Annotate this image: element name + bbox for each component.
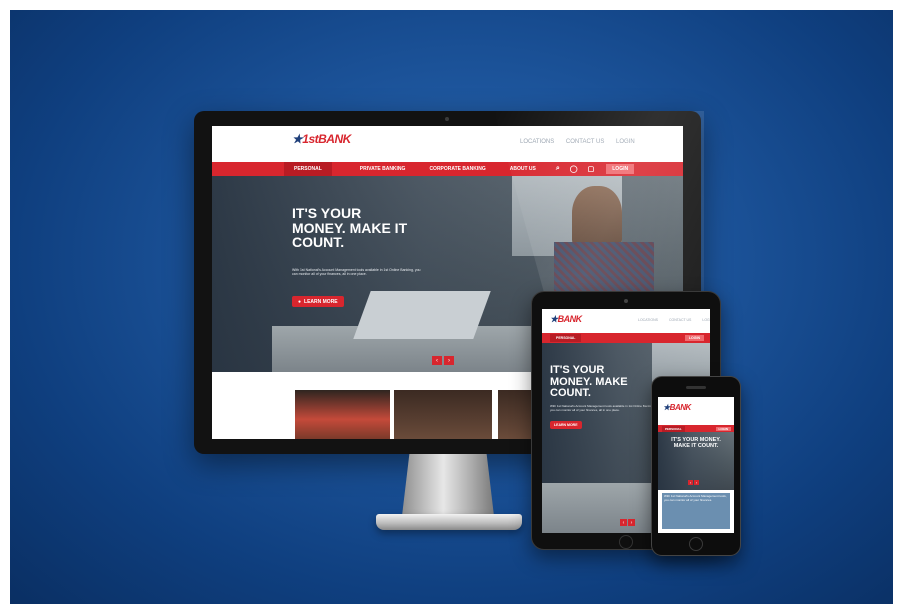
- chevron-right-icon[interactable]: ›: [628, 519, 635, 526]
- blue-backdrop: ★1stBANK LOCATIONS CONTACT US LOGIN PERS…: [10, 10, 893, 604]
- bank-logo[interactable]: ★1stBANK: [292, 132, 351, 146]
- hero-headline: IT'S YOUR MONEY. MAKE IT COUNT.: [292, 206, 407, 250]
- image-frame: ★1stBANK LOCATIONS CONTACT US LOGIN PERS…: [0, 0, 903, 614]
- phone-headline-line-2: MAKE IT COUNT.: [673, 442, 719, 449]
- hero-carousel-arrows: ‹ ›: [432, 356, 454, 365]
- tablet-headline: IT'S YOUR MONEY. MAKE COUNT.: [550, 364, 628, 400]
- hero-headline-line-3: COUNT.: [292, 234, 345, 251]
- phone-headline: IT'S YOUR MONEY. MAKE IT COUNT.: [664, 437, 728, 450]
- phone-logo[interactable]: ★BANK: [663, 403, 691, 412]
- nav-login-button[interactable]: LOGIN: [606, 164, 635, 174]
- nav-corporate-banking[interactable]: CORPORATE BANKING: [419, 162, 495, 176]
- phone-hero: IT'S YOUR MONEY. MAKE IT COUNT. ‹ ›: [658, 432, 734, 490]
- nav-about-us[interactable]: ABOUT US: [500, 162, 546, 176]
- tablet-headline-line-1: IT'S YOUR: [550, 364, 605, 376]
- chevron-left-icon[interactable]: ‹: [688, 480, 693, 485]
- feature-tile-1[interactable]: [295, 390, 390, 439]
- phone-nav: PERSONAL LOGIN: [658, 425, 734, 432]
- lock-icon[interactable]: ▢: [588, 165, 595, 173]
- tablet-carousel-arrows: ‹ ›: [620, 519, 635, 526]
- phone-device: ★BANK PERSONAL LOGIN IT'S YOUR MONEY. MA…: [651, 376, 741, 556]
- hero-person: [572, 186, 622, 246]
- logo-text: BANK: [318, 132, 351, 146]
- utility-links: LOCATIONS CONTACT US LOGIN: [510, 139, 635, 145]
- phone-card-text: With 1st National's Account Management t…: [664, 494, 727, 502]
- phone-info-card: With 1st National's Account Management t…: [662, 493, 730, 529]
- phone-nav-personal[interactable]: PERSONAL: [662, 425, 685, 432]
- tablet-body-text: With 1st National's Account Management t…: [550, 404, 655, 412]
- tablet-utility-login[interactable]: LOGIN: [702, 318, 710, 322]
- star-icon: ★: [550, 314, 558, 324]
- monitor-stand-base: [376, 514, 522, 530]
- phone-speaker: [686, 386, 706, 389]
- tablet-home-button: [619, 535, 633, 549]
- tablet-camera: [624, 299, 628, 303]
- hero-headline-line-1: IT'S YOUR: [292, 205, 362, 221]
- chevron-right-icon[interactable]: ›: [444, 356, 454, 365]
- utility-contact[interactable]: CONTACT US: [566, 139, 604, 145]
- site-header: ★1stBANK LOCATIONS CONTACT US LOGIN: [212, 126, 683, 162]
- tablet-header: ★BANK LOCATIONS CONTACT US LOGIN: [542, 309, 710, 333]
- phone-logo-text: BANK: [669, 403, 692, 412]
- utility-login[interactable]: LOGIN: [616, 139, 635, 145]
- tablet-login-button[interactable]: LOGIN: [684, 335, 704, 341]
- phone-home-button: [689, 537, 703, 551]
- logo-prefix: 1st: [302, 132, 319, 146]
- phone-screen: ★BANK PERSONAL LOGIN IT'S YOUR MONEY. MA…: [658, 397, 734, 533]
- chevron-right-icon[interactable]: ›: [694, 480, 699, 485]
- phone-login-button[interactable]: LOGIN: [715, 426, 731, 431]
- phone-header: ★BANK: [658, 397, 734, 425]
- tablet-utility-contact[interactable]: CONTACT US: [669, 318, 691, 322]
- tablet-nav-personal[interactable]: PERSONAL: [550, 334, 582, 342]
- tablet-headline-line-3: COUNT.: [550, 387, 591, 400]
- learn-more-button[interactable]: ● LEARN MORE: [292, 296, 344, 307]
- main-nav: PERSONAL PRIVATE BANKING CORPORATE BANKI…: [212, 162, 683, 176]
- star-icon: ★: [292, 132, 303, 146]
- nav-private-banking[interactable]: PRIVATE BANKING: [350, 162, 416, 176]
- tablet-logo[interactable]: ★BANK: [550, 314, 582, 325]
- play-icon: ●: [298, 298, 302, 305]
- tablet-utility-links: LOCATIONS CONTACT US LOGIN: [628, 318, 710, 322]
- tablet-learn-more-label: LEARN MORE: [554, 423, 578, 427]
- learn-more-label: LEARN MORE: [304, 298, 338, 305]
- tablet-nav: PERSONAL LOGIN: [542, 333, 710, 343]
- tablet-logo-text: BANK: [557, 314, 583, 324]
- star-icon: ★: [663, 403, 670, 412]
- monitor-camera: [445, 117, 449, 121]
- hero-body-text: With 1st National's Account Management t…: [292, 268, 421, 277]
- globe-icon[interactable]: ◯: [570, 165, 578, 173]
- search-icon[interactable]: ⌕: [556, 165, 560, 173]
- tablet-utility-locations[interactable]: LOCATIONS: [638, 318, 658, 322]
- hero-headline-line-2: MONEY. MAKE IT: [292, 219, 408, 236]
- utility-locations[interactable]: LOCATIONS: [520, 139, 554, 145]
- tablet-learn-more-button[interactable]: LEARN MORE: [550, 421, 582, 429]
- phone-carousel-arrows: ‹ ›: [688, 480, 699, 485]
- chevron-left-icon[interactable]: ‹: [432, 356, 442, 365]
- feature-tile-2[interactable]: [394, 390, 492, 439]
- hero-laptop: [353, 291, 491, 339]
- chevron-left-icon[interactable]: ‹: [620, 519, 627, 526]
- monitor-stand-neck: [402, 454, 494, 516]
- nav-personal[interactable]: PERSONAL: [284, 162, 332, 176]
